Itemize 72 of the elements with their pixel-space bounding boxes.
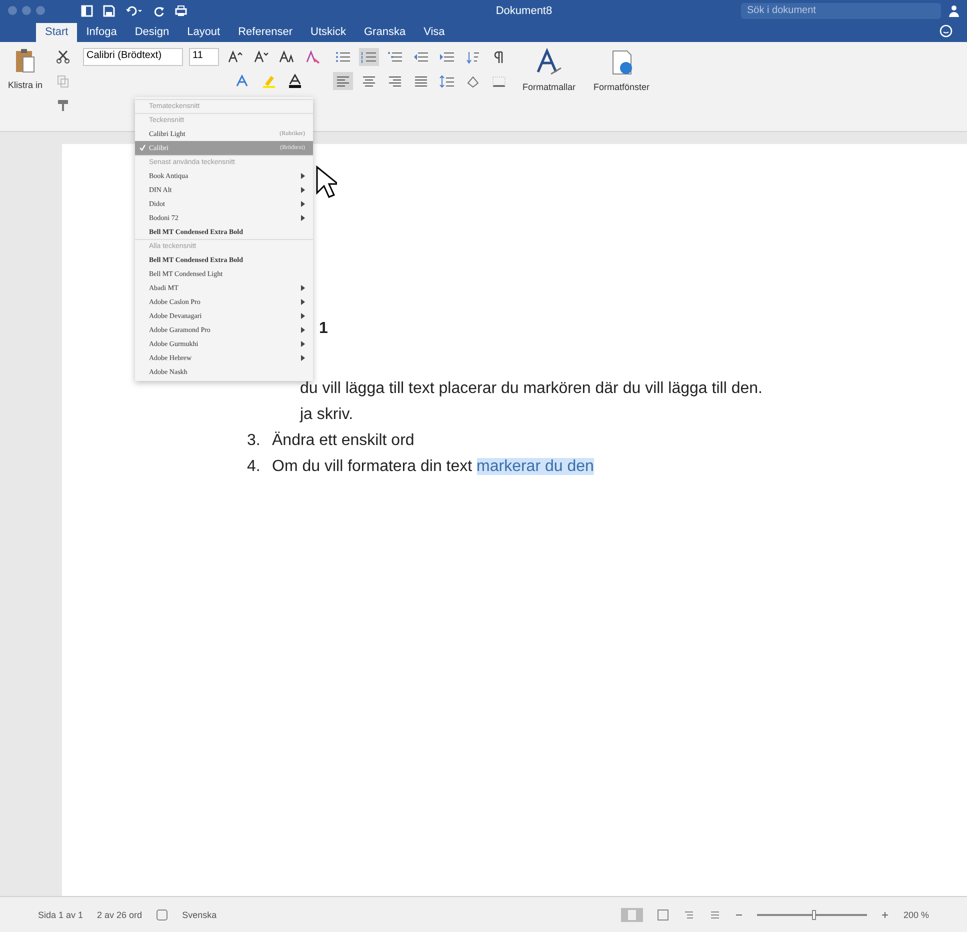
bullet-list-icon[interactable] <box>334 50 351 64</box>
list-item-text: du vill lägga till text placerar du markören där du vill lägga till den. <box>300 380 762 398</box>
list-item-text: Ändra ett enskilt ord <box>272 432 414 450</box>
clipboard-icon <box>14 48 36 74</box>
submenu-arrow-icon <box>301 355 305 361</box>
increase-indent-icon[interactable] <box>438 50 455 64</box>
list-number: 4. <box>247 458 262 476</box>
ribbon-tab[interactable]: Utskick <box>302 23 355 42</box>
proofing-icon[interactable] <box>156 908 168 920</box>
smiley-icon[interactable] <box>939 24 953 38</box>
save-icon[interactable] <box>103 4 115 16</box>
line-spacing-icon[interactable] <box>438 74 455 88</box>
align-right-icon[interactable] <box>386 74 403 88</box>
zoom-slider-thumb[interactable] <box>812 910 816 920</box>
font-color-icon[interactable] <box>286 74 303 88</box>
align-left-icon[interactable] <box>334 74 351 88</box>
styles-button[interactable]: Formatmallar <box>518 48 580 125</box>
zoom-in-icon[interactable] <box>881 910 890 918</box>
ribbon-tab[interactable]: Granska <box>354 23 415 42</box>
shading-icon[interactable] <box>464 74 481 88</box>
user-icon[interactable] <box>949 4 959 16</box>
search-field[interactable]: Sök i dokument <box>741 2 941 18</box>
clear-formatting-icon[interactable] <box>304 50 321 64</box>
submenu-arrow-icon <box>301 187 305 193</box>
justify-icon[interactable] <box>412 74 429 88</box>
styles-icon <box>535 48 564 76</box>
web-layout-icon[interactable] <box>657 908 670 920</box>
list-item-text: Om du vill formatera din text markerar du den <box>272 458 594 476</box>
ribbon-tab[interactable]: Infoga <box>77 23 126 42</box>
outline-icon[interactable] <box>683 908 696 920</box>
numbered-list-icon[interactable] <box>360 50 377 64</box>
print-icon[interactable] <box>175 4 187 16</box>
ribbon-tab[interactable]: Design <box>126 23 178 42</box>
decrease-indent-icon[interactable] <box>412 50 429 64</box>
styles-pane-button[interactable]: Formatfönster <box>590 48 654 125</box>
submenu-arrow-icon <box>301 215 305 221</box>
font-name-field[interactable]: Calibri (Brödtext) <box>82 48 183 66</box>
submenu-arrow-icon <box>301 327 305 333</box>
shrink-font-icon[interactable] <box>252 50 269 64</box>
heading-text: 1 <box>319 320 328 338</box>
sidebar-icon[interactable] <box>81 4 93 16</box>
window-title: Dokument8 <box>494 4 554 16</box>
ribbon-tab[interactable]: Visa <box>414 23 454 42</box>
submenu-arrow-icon <box>301 299 305 305</box>
ribbon-tab[interactable]: Layout <box>178 23 230 42</box>
page-count[interactable]: Sida 1 av 1 <box>38 910 84 920</box>
redo-icon[interactable] <box>153 4 165 16</box>
submenu-arrow-icon <box>301 313 305 319</box>
grow-font-icon[interactable] <box>226 50 243 64</box>
submenu-arrow-icon <box>301 201 305 207</box>
submenu-arrow-icon <box>301 341 305 347</box>
submenu-arrow-icon <box>301 285 305 291</box>
checkmark-icon <box>139 144 146 151</box>
submenu-arrow-icon <box>301 173 305 179</box>
draft-icon[interactable] <box>709 908 722 920</box>
zoom-level[interactable]: 200 % <box>903 910 929 920</box>
ribbon-tab[interactable]: Start <box>36 23 78 42</box>
font-size-field[interactable]: 11 <box>188 48 219 66</box>
undo-icon[interactable] <box>125 4 143 16</box>
ribbon-tab[interactable]: Referenser <box>229 23 302 42</box>
borders-icon[interactable] <box>490 74 507 88</box>
language[interactable]: Svenska <box>182 910 217 920</box>
multilevel-list-icon[interactable] <box>386 50 403 64</box>
word-count[interactable]: 2 av 26 ord <box>97 910 142 920</box>
paste-button[interactable]: Klistra in <box>4 48 47 90</box>
align-center-icon[interactable] <box>360 74 377 88</box>
change-case-icon[interactable] <box>278 50 295 64</box>
scissors-icon[interactable] <box>54 50 71 64</box>
mouse-pointer-icon <box>315 165 337 199</box>
list-number: 3. <box>247 432 262 450</box>
list-item-text: ja skriv. <box>300 406 354 424</box>
sort-icon[interactable] <box>464 50 481 64</box>
